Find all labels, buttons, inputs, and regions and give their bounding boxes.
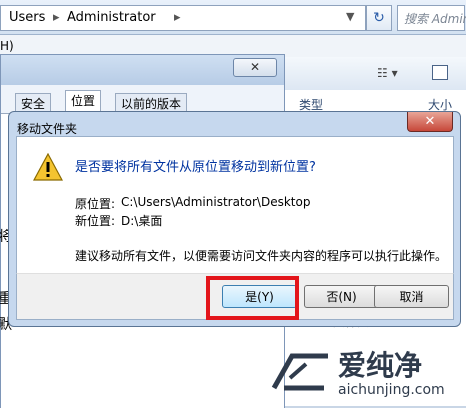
properties-close-button[interactable]: ✕ <box>233 58 277 77</box>
cancel-button[interactable]: 取消 <box>374 285 449 308</box>
view-options-icon[interactable]: ☷ ▾ <box>377 66 398 80</box>
refresh-button[interactable]: ↻ <box>366 5 392 31</box>
watermark-name: 爱纯净 <box>338 349 423 382</box>
no-button[interactable]: 否(N) <box>304 285 379 308</box>
watermark-url: aichunjing.com <box>338 382 445 398</box>
destination-path: D:\桌面 <box>121 214 163 228</box>
dialog-advice: 建议移动所有文件，以便需要访问文件夹内容的程序可以执行此操作。 <box>75 249 448 263</box>
search-placeholder: 搜索 Administ <box>404 12 466 26</box>
dialog-title: 移动文件夹 <box>17 122 78 136</box>
close-icon: ✕ <box>424 114 436 129</box>
dialog-close-button[interactable]: ✕ <box>407 112 453 132</box>
watermark-logo <box>271 353 328 391</box>
highlight-box <box>206 276 299 320</box>
dialog-question: 是否要将所有文件从原位置移动到新位置? <box>75 160 316 175</box>
preview-pane-icon[interactable] <box>432 65 448 80</box>
source-path: C:\Users\Administrator\Desktop <box>121 195 311 209</box>
address-box[interactable]: Users ▸ Administrator ▸ ▼ <box>0 5 366 31</box>
breadcrumb-users[interactable]: Users <box>9 10 45 25</box>
warning-icon <box>33 153 63 181</box>
address-dropdown-icon[interactable]: ▼ <box>346 10 354 23</box>
breadcrumb-separator-icon: ▸ <box>53 10 60 25</box>
explorer-toolbar: ☷ ▾ <box>285 57 466 91</box>
menu-item-help[interactable]: H) <box>0 39 14 53</box>
address-bar-area: Users ▸ Administrator ▸ ▼ ↻ 搜索 Administ <box>0 0 466 35</box>
dialog-body: 是否要将所有文件从原位置移动到新位置? 原位置: C:\Users\Admini… <box>16 136 454 275</box>
close-icon: ✕ <box>249 60 261 74</box>
breadcrumb-administrator[interactable]: Administrator <box>67 10 156 25</box>
refresh-icon: ↻ <box>373 10 385 26</box>
search-input[interactable]: 搜索 Administ <box>397 5 466 31</box>
breadcrumb-chevron-icon[interactable]: ▸ <box>174 10 181 25</box>
source-label: 原位置: <box>75 197 116 211</box>
destination-label: 新位置: <box>75 214 116 228</box>
